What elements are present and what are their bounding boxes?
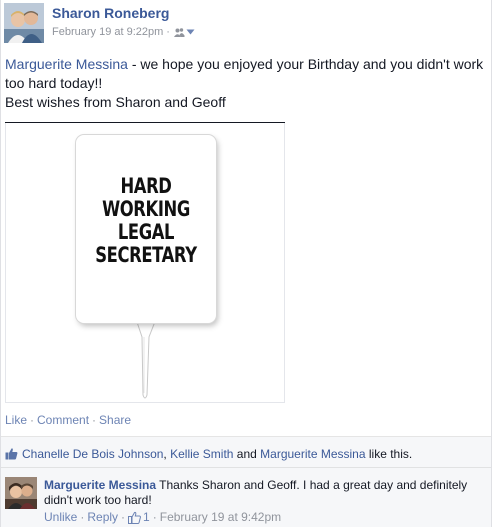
post-meta: February 19 at 9:22pm · (52, 26, 195, 38)
likes-joiner: and (233, 447, 261, 461)
sign-line: WORKING (102, 197, 190, 221)
comment: Marguerite Messina Thanks Sharon and Geo… (1, 468, 491, 527)
comment-like-count[interactable]: 1 (128, 510, 150, 524)
likes-summary: Chanelle De Bois Johnson, Kellie Smith a… (1, 436, 491, 468)
action-separator: · (92, 413, 97, 427)
action-separator: · (152, 510, 157, 524)
thumbs-up-icon (5, 448, 18, 460)
like-count: 1 (143, 510, 150, 524)
sign-line: LEGAL (117, 220, 175, 244)
post-timestamp[interactable]: February 19 at 9:22pm (52, 26, 163, 38)
comment-author[interactable]: Marguerite Messina (44, 478, 156, 492)
like-link[interactable]: Like (5, 413, 27, 427)
action-separator: · (30, 413, 35, 427)
comment-link[interactable]: Comment (37, 413, 89, 427)
liker-link[interactable]: Marguerite Messina (260, 447, 365, 461)
sign-line: SECRETARY (95, 243, 197, 267)
comment-body: Marguerite Messina Thanks Sharon and Geo… (44, 478, 484, 508)
liker-link[interactable]: Kellie Smith (170, 447, 233, 461)
chevron-down-icon (186, 29, 195, 35)
sign-board: HARD WORKING LEGAL SECRETARY (76, 135, 216, 323)
story-card: Sharon Roneberg February 19 at 9:22pm · … (0, 0, 492, 527)
audience-selector[interactable] (173, 27, 195, 37)
thumbs-up-icon (128, 511, 141, 524)
author-name[interactable]: Sharon Roneberg (52, 5, 169, 21)
message-signoff: Best wishes from Sharon and Geoff (5, 94, 226, 110)
post-photo[interactable]: HARD WORKING LEGAL SECRETARY (5, 123, 285, 403)
friends-icon (173, 27, 185, 37)
action-separator: · (121, 510, 126, 524)
likes-text: Chanelle De Bois Johnson, Kellie Smith a… (22, 447, 412, 461)
share-link[interactable]: Share (99, 413, 131, 427)
author-avatar[interactable] (4, 3, 44, 43)
sign-line: HARD (120, 174, 172, 198)
reply-link[interactable]: Reply (87, 510, 118, 524)
mention-link[interactable]: Marguerite Messina (5, 56, 128, 72)
likes-suffix: like this. (365, 447, 413, 461)
meta-separator: · (166, 26, 170, 38)
comment-actions: Unlike · Reply · 1 · February 19 at 9:42… (44, 510, 281, 524)
post-actions: Like · Comment · Share (5, 413, 131, 427)
post-message: Marguerite Messina - we hope you enjoyed… (5, 55, 491, 112)
action-separator: · (80, 510, 85, 524)
comment-timestamp[interactable]: February 19 at 9:42pm (160, 510, 281, 524)
liker-link[interactable]: Chanelle De Bois Johnson (22, 447, 163, 461)
unlike-link[interactable]: Unlike (44, 510, 77, 524)
sign-text: HARD WORKING LEGAL SECRETARY (91, 175, 200, 267)
comment-avatar[interactable] (5, 477, 37, 509)
